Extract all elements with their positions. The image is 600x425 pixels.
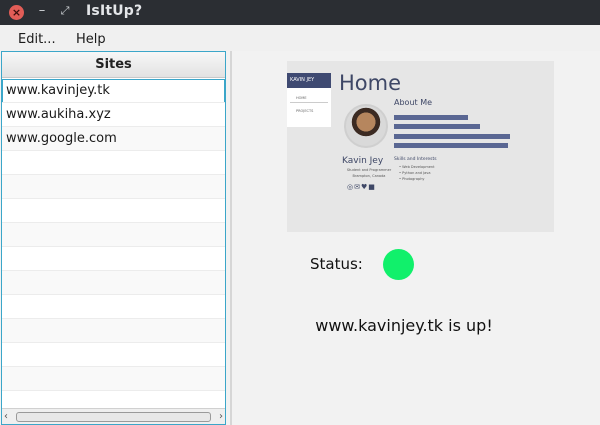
preview-text-bar (394, 115, 468, 120)
status-label: Status: (310, 255, 363, 273)
preview-text-bar (394, 143, 508, 148)
title-bar: × – ⤢ IsItUp? (0, 0, 600, 25)
preview-nav: KAVIN JEY HOME PROJECTS (287, 73, 331, 127)
split-pane-divider[interactable] (230, 51, 232, 425)
preview-name: Kavin Jey (342, 156, 384, 166)
preview-skill-item: • Web Development (399, 165, 435, 169)
preview-nav-title: KAVIN JEY (287, 73, 331, 88)
close-icon[interactable]: × (9, 5, 24, 20)
horizontal-scrollbar[interactable]: ‹ › (2, 408, 225, 424)
site-preview-image: KAVIN JEY HOME PROJECTS Home Kavin Jey S… (287, 61, 554, 232)
site-item-kavinjey[interactable]: www.kavinjey.tk (2, 79, 225, 103)
preview-skill-item: • Python and Java (399, 171, 431, 175)
preview-skills-heading: Skills and Interests (394, 157, 437, 162)
scroll-left-icon[interactable]: ‹ (4, 411, 14, 422)
row-divider (2, 366, 225, 367)
list-item-empty (2, 199, 225, 223)
menu-bar: Edit... Help (0, 25, 600, 51)
row-divider (2, 102, 225, 103)
scroll-right-icon[interactable]: › (213, 411, 223, 422)
row-divider (2, 318, 225, 319)
sites-header: Sites (2, 52, 225, 78)
menu-edit[interactable]: Edit... (18, 32, 56, 47)
preview-social-icons: ◎✉♥■ (347, 183, 376, 191)
row-divider (2, 222, 225, 223)
sites-panel: Sites www.kavinjey.tk www.aukiha.xyz www… (1, 51, 226, 425)
preview-text-bar (394, 124, 480, 129)
row-divider (2, 150, 225, 151)
menu-help[interactable]: Help (76, 32, 106, 47)
preview-avatar (344, 104, 388, 148)
row-divider (2, 174, 225, 175)
list-item-empty (2, 391, 225, 407)
row-divider (2, 342, 225, 343)
site-item-aukiha[interactable]: www.aukiha.xyz (2, 103, 225, 127)
list-item-empty (2, 223, 225, 247)
sites-list[interactable]: www.kavinjey.tk www.aukiha.xyz www.googl… (2, 79, 225, 407)
preview-skill-item: • Photography (399, 177, 425, 181)
preview-about-heading: About Me (394, 98, 433, 107)
preview-text-bar (394, 134, 510, 139)
list-item-empty (2, 343, 225, 367)
maximize-icon[interactable]: ⤢ (59, 3, 71, 19)
preview-heading: Home (339, 71, 402, 95)
row-divider (2, 294, 225, 295)
list-item-empty (2, 247, 225, 271)
window-title: IsItUp? (86, 3, 143, 19)
scrollbar-thumb[interactable] (16, 412, 211, 422)
list-item-empty (2, 319, 225, 343)
row-divider (2, 126, 225, 127)
preview-subtitle: Student and Programmer (346, 168, 392, 172)
status-message: www.kavinjey.tk is up! (315, 316, 493, 335)
row-divider (2, 390, 225, 391)
minimize-icon[interactable]: – (37, 3, 47, 19)
list-item-empty (2, 175, 225, 199)
preview-nav-projects: PROJECTS (296, 109, 314, 113)
preview-nav-home: HOME (290, 93, 328, 103)
list-item-empty (2, 151, 225, 175)
site-item-google[interactable]: www.google.com (2, 127, 225, 151)
list-item-empty (2, 367, 225, 391)
row-divider (2, 270, 225, 271)
list-item-empty (2, 295, 225, 319)
row-divider (2, 246, 225, 247)
status-indicator-icon (383, 249, 414, 280)
row-divider (2, 198, 225, 199)
preview-location: Brampton, Canada (352, 174, 386, 178)
list-item-empty (2, 271, 225, 295)
